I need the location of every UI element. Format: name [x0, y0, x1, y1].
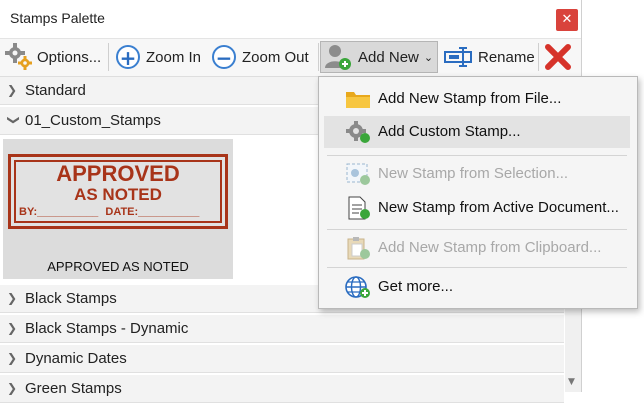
options-button[interactable]: Options... [4, 41, 101, 73]
chevron-down-icon: ❯ [7, 115, 21, 126]
menu-separator [327, 229, 627, 230]
menu-separator [327, 267, 627, 268]
menu-item-label: Add New Stamp from Clipboard... [378, 239, 602, 256]
zoom-in-button[interactable]: + Zoom In [116, 41, 201, 73]
add-new-dropdown-menu: Add New Stamp from File... Add Custom St… [318, 76, 638, 309]
toolbar: Options... + Zoom In − Zoom Out Add New … [0, 39, 581, 77]
add-new-button[interactable]: Add New ⌄ [320, 41, 438, 73]
document-icon [348, 196, 370, 220]
zoom-out-label: Zoom Out [242, 48, 309, 66]
category-label: Black Stamps - Dynamic [25, 320, 189, 337]
chevron-right-icon: ❯ [7, 381, 18, 395]
stamp-tile-approved[interactable]: APPROVED AS NOTED BY:__________ DATE:___… [3, 139, 233, 279]
stamp-caption: APPROVED AS NOTED [47, 259, 189, 274]
toolbar-separator [538, 43, 539, 71]
title-bar: Stamps Palette ✕ [0, 0, 581, 39]
gear-icon [5, 43, 32, 70]
category-dynamic-dates[interactable]: ❯ Dynamic Dates [0, 345, 564, 373]
clipboard-icon [347, 237, 370, 260]
toolbar-separator [108, 43, 109, 71]
add-user-icon [325, 45, 351, 70]
category-label: Dynamic Dates [25, 350, 127, 367]
menu-item-label: Add New Stamp from File... [378, 90, 562, 107]
menu-item-new-from-selection[interactable]: New Stamp from Selection... [324, 158, 630, 190]
add-new-label: Add New [358, 48, 419, 66]
menu-item-add-from-file[interactable]: Add New Stamp from File... [324, 83, 630, 115]
menu-item-label: Add Custom Stamp... [378, 123, 521, 140]
zoom-out-icon: − [212, 45, 236, 69]
chevron-right-icon: ❯ [7, 291, 18, 305]
window-title: Stamps Palette [10, 10, 105, 26]
selection-icon [346, 163, 370, 185]
category-label: 01_Custom_Stamps [25, 112, 161, 129]
delete-icon [545, 44, 571, 70]
stamp-line1: APPROVED [56, 161, 180, 186]
menu-item-add-from-clipboard[interactable]: Add New Stamp from Clipboard... [324, 232, 630, 264]
menu-item-label: New Stamp from Active Document... [378, 199, 619, 216]
category-black-dynamic[interactable]: ❯ Black Stamps - Dynamic [0, 315, 564, 343]
approved-stamp-image: APPROVED AS NOTED BY:__________ DATE:___… [8, 154, 228, 229]
close-button[interactable]: ✕ [556, 9, 578, 31]
scroll-down-icon[interactable]: ▼ [568, 377, 575, 387]
stamp-by: BY:__________ [19, 206, 99, 218]
menu-item-add-custom-stamp[interactable]: Add Custom Stamp... [324, 116, 630, 148]
stamp-line2: AS NOTED [74, 185, 162, 204]
menu-item-label: New Stamp from Selection... [378, 165, 569, 182]
zoom-in-icon: + [116, 45, 140, 69]
rename-label: Rename [478, 48, 535, 66]
chevron-right-icon: ❯ [7, 351, 18, 365]
chevron-right-icon: ❯ [7, 83, 18, 97]
chevron-right-icon: ❯ [7, 321, 18, 335]
options-label: Options... [37, 48, 102, 66]
folder-icon [346, 92, 370, 108]
menu-item-new-from-active-document[interactable]: New Stamp from Active Document... [324, 192, 630, 224]
rename-icon [444, 47, 472, 67]
category-label: Green Stamps [25, 380, 122, 397]
menu-item-get-more[interactable]: Get more... [324, 271, 630, 303]
gear-icon [346, 121, 370, 143]
zoom-out-button[interactable]: − Zoom Out [212, 41, 309, 73]
zoom-in-label: Zoom In [146, 48, 202, 66]
category-label: Standard [25, 82, 86, 99]
category-label: Black Stamps [25, 290, 117, 307]
menu-item-label: Get more... [378, 278, 454, 295]
category-green-stamps[interactable]: ❯ Green Stamps [0, 375, 564, 403]
toolbar-separator [318, 43, 319, 71]
delete-button[interactable] [544, 41, 572, 73]
chevron-down-icon: ⌄ [423, 50, 434, 64]
menu-separator [327, 155, 627, 156]
stamp-date: DATE:__________ [105, 206, 200, 218]
globe-icon [345, 276, 370, 298]
rename-button[interactable]: Rename [444, 41, 535, 73]
